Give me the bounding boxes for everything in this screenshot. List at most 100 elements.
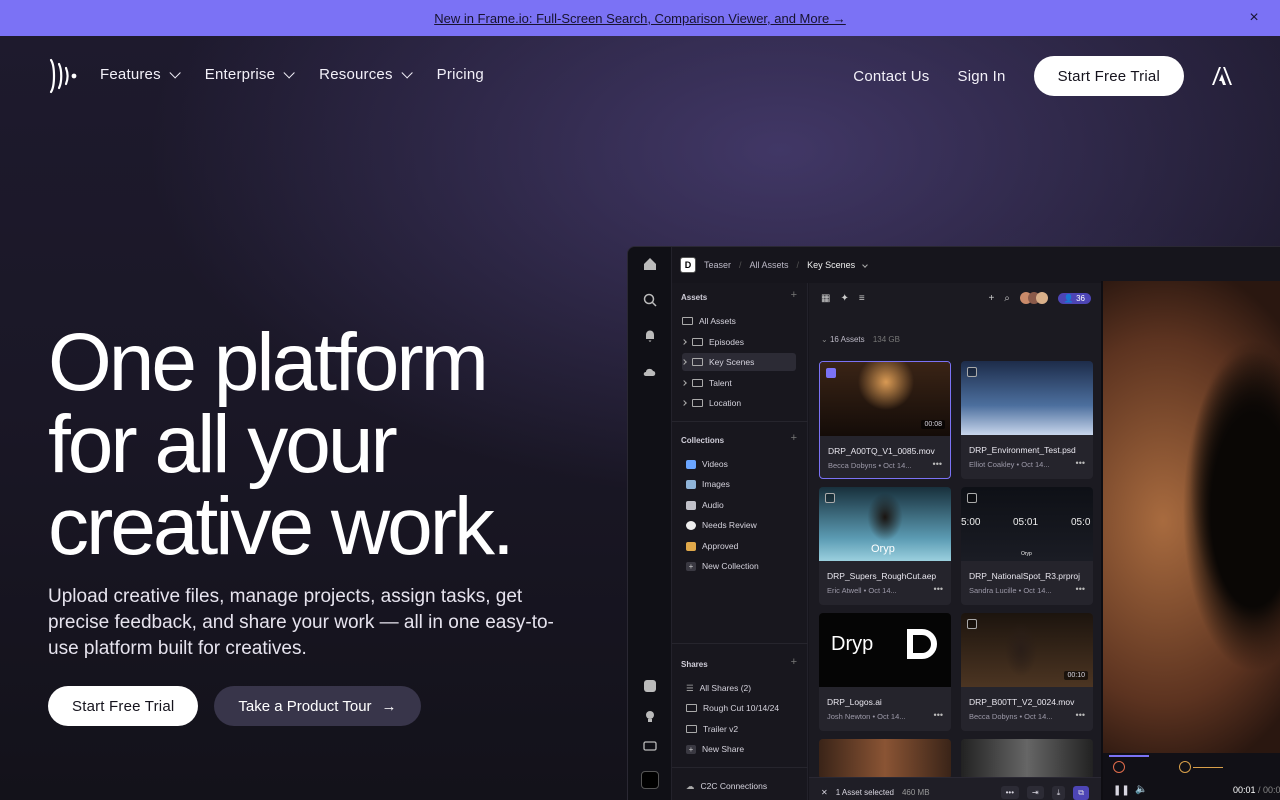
tree-item-key-scenes[interactable]: Key Scenes <box>681 353 796 371</box>
asset-name: DRP_A00TQ_V1_0085.mov <box>828 446 935 456</box>
checkbox[interactable] <box>825 493 835 503</box>
asset-card[interactable]: 00:08 DRP_A00TQ_V1_0085.mov Becca Dobyns… <box>819 361 951 479</box>
asset-card[interactable] <box>961 739 1093 779</box>
comment-marker-icon[interactable] <box>1179 761 1191 773</box>
help-icon[interactable] <box>643 679 657 693</box>
folder-icon <box>682 317 693 325</box>
collection-images[interactable]: Images <box>686 475 800 493</box>
more-icon[interactable]: ••• <box>1076 458 1085 468</box>
asset-card[interactable]: 5:00 05:01 05:0 Oryp DRP_NationalSpot_R3… <box>961 487 1093 605</box>
asset-card[interactable]: Oryp DRP_Supers_RoughCut.aep Eric Atwell… <box>819 487 951 605</box>
search-icon[interactable]: ⌕ <box>1004 293 1010 304</box>
more-icon[interactable]: ••• <box>1076 584 1085 594</box>
chevron-down-icon <box>283 66 295 79</box>
thumbnail-text: Oryp <box>871 543 895 555</box>
collection-audio[interactable]: Audio <box>686 496 800 514</box>
keyboard-icon[interactable] <box>643 739 657 753</box>
collection-videos[interactable]: Videos <box>686 455 800 473</box>
tree-item-all-assets[interactable]: All Assets <box>682 312 796 330</box>
collection-needs-review[interactable]: Needs Review <box>686 516 800 534</box>
share-rough-cut[interactable]: Rough Cut 10/14/24 <box>686 699 800 717</box>
more-icon[interactable]: ••• <box>933 459 942 469</box>
breadcrumb-all-assets[interactable]: All Assets <box>750 260 789 270</box>
asset-meta: Elliot Coakley • Oct 14... <box>969 460 1050 469</box>
account-avatar[interactable] <box>641 771 659 789</box>
start-free-trial-nav-button[interactable]: Start Free Trial <box>1033 56 1184 96</box>
close-icon[interactable]: × <box>1244 8 1264 28</box>
collection-new[interactable]: + New Collection <box>686 557 800 575</box>
asset-author: Becca Dobyns <box>828 461 877 470</box>
playback-progress[interactable] <box>1109 755 1149 757</box>
share-icon[interactable]: ⧉ <box>1073 785 1089 800</box>
comment-marker-icon[interactable] <box>1113 761 1125 773</box>
download-icon[interactable]: ⤓ <box>1051 785 1066 800</box>
tree-item-episodes[interactable]: Episodes <box>681 333 796 351</box>
add-asset-icon[interactable]: + <box>791 289 797 301</box>
frameio-logo-icon[interactable] <box>48 58 78 94</box>
adobe-logo-icon[interactable] <box>1212 67 1232 85</box>
member-count-badge[interactable]: 👤 36 <box>1057 292 1091 304</box>
breadcrumb-project[interactable]: Teaser <box>704 260 731 270</box>
nav-item-pricing[interactable]: Pricing <box>437 66 484 83</box>
start-free-trial-button[interactable]: Start Free Trial <box>48 686 199 726</box>
tree-item-location[interactable]: Location <box>681 394 796 412</box>
breadcrumb-key-scenes[interactable]: Key Scenes <box>807 260 855 270</box>
volume-icon[interactable]: 🔈 <box>1135 784 1147 795</box>
asset-date: Oct 14... <box>868 586 897 595</box>
asset-meta: Sandra Lucille • Oct 14... <box>969 586 1052 595</box>
breadcrumb: D Teaser / All Assets / Key Scenes <box>680 255 868 275</box>
c2c-connections[interactable]: ☁ C2C Connections <box>686 777 800 795</box>
member-count: 36 <box>1076 293 1085 303</box>
contact-us-link[interactable]: Contact Us <box>853 68 929 85</box>
asset-card[interactable]: Dryp DRP_Logos.ai Josh Newton • Oct 14..… <box>819 613 951 731</box>
pause-icon[interactable]: ❚❚ <box>1113 785 1130 796</box>
upload-cloud-icon[interactable] <box>643 365 657 379</box>
more-icon[interactable]: ••• <box>1000 786 1020 799</box>
lightbulb-icon[interactable] <box>643 709 657 723</box>
product-tour-button[interactable]: Take a Product Tour → <box>214 686 421 726</box>
asset-date: Oct 14... <box>1024 712 1053 721</box>
asset-author: Sandra Lucille <box>969 586 1017 595</box>
current-time: 00:01 <box>1233 785 1256 795</box>
checkbox[interactable] <box>967 619 977 629</box>
share-trailer[interactable]: Trailer v2 <box>686 720 800 738</box>
bell-icon[interactable] <box>643 329 657 343</box>
asset-card[interactable]: DRP_Environment_Test.psd Elliot Coakley … <box>961 361 1093 479</box>
asset-card[interactable] <box>819 739 951 779</box>
sparkle-icon[interactable]: ✦ <box>840 293 848 304</box>
asset-card[interactable]: 00:10 DRP_B00TT_V2_0024.mov Becca Dobyns… <box>961 613 1093 731</box>
checkbox[interactable] <box>967 367 977 377</box>
add-share-icon[interactable]: + <box>791 656 797 668</box>
home-icon[interactable] <box>643 257 657 271</box>
nav-item-features[interactable]: Features <box>100 66 181 83</box>
more-icon[interactable]: ••• <box>934 584 943 594</box>
move-icon[interactable]: ⇥ <box>1027 786 1044 799</box>
add-collection-icon[interactable]: + <box>791 432 797 444</box>
share-all[interactable]: ☰ All Shares (2) <box>686 679 800 697</box>
collection-approved[interactable]: Approved <box>686 537 800 555</box>
member-avatars[interactable] <box>1019 292 1048 304</box>
more-icon[interactable]: ••• <box>1076 710 1085 720</box>
share-new[interactable]: + New Share <box>686 740 800 758</box>
viewer-time: 00:01 / 00:08 <box>1233 785 1280 795</box>
sort-icon[interactable]: ≡ <box>859 293 865 304</box>
checkbox[interactable] <box>826 368 836 378</box>
announcement-link[interactable]: New in Frame.io: Full-Screen Search, Com… <box>434 11 846 26</box>
layout-icon[interactable]: ▦ <box>821 293 830 304</box>
search-icon[interactable] <box>643 293 657 307</box>
add-icon[interactable]: + <box>988 293 994 304</box>
media-viewer[interactable]: ❚❚ 🔈 00:01 / 00:08 <box>1101 281 1280 800</box>
hero-title: One platform for all your creative work. <box>48 322 608 568</box>
checkbox[interactable] <box>967 493 977 503</box>
more-icon[interactable]: ••• <box>934 710 943 720</box>
nav-item-enterprise[interactable]: Enterprise <box>205 66 295 83</box>
folder-icon <box>692 379 703 387</box>
tree-item-talent[interactable]: Talent <box>681 374 796 392</box>
sign-in-link[interactable]: Sign In <box>957 68 1005 85</box>
share-label: All Shares (2) <box>699 683 752 693</box>
close-icon[interactable]: ✕ <box>821 788 828 797</box>
collection-label: Videos <box>702 459 728 469</box>
nav-item-label: Features <box>100 66 161 83</box>
share-icon <box>686 704 697 712</box>
nav-item-resources[interactable]: Resources <box>319 66 413 83</box>
